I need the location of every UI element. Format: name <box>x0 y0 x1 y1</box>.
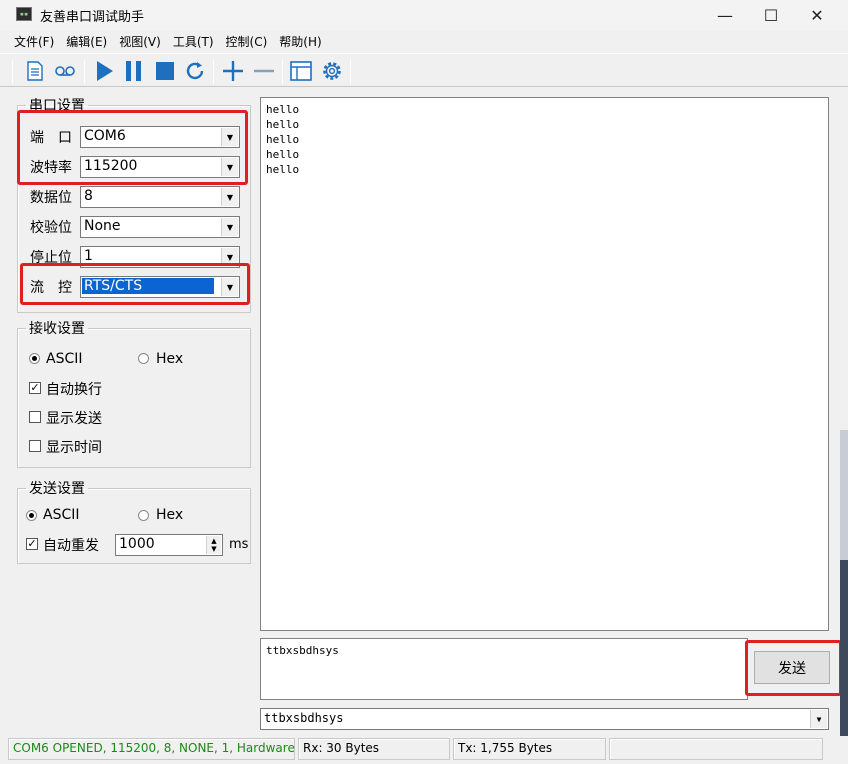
stop-icon[interactable] <box>152 58 178 84</box>
show-send-checkbox[interactable] <box>29 411 41 423</box>
auto-resend-label: 自动重发 <box>43 538 99 554</box>
menu-edit[interactable]: 编辑(E) <box>60 30 113 52</box>
toolbar-separator <box>213 60 214 84</box>
refresh-icon[interactable] <box>182 58 208 84</box>
status-bar: COM6 OPENED, 115200, 8, NONE, 1, Hardwar… <box>0 736 848 764</box>
parity-value: None <box>84 218 121 234</box>
menu-file[interactable]: 文件(F) <box>8 30 60 52</box>
status-rx-count: Rx: 30 Bytes <box>298 738 450 760</box>
parity-label: 校验位 <box>30 220 72 236</box>
app-icon: ▪▪ <box>16 7 32 21</box>
toolbar-separator <box>12 60 13 84</box>
stopbits-value: 1 <box>84 248 93 264</box>
chevron-down-icon[interactable]: ▼ <box>810 710 827 728</box>
receive-text-area[interactable]: hello hello hello hello hello <box>260 97 829 631</box>
send-history-select[interactable]: ttbxsbdhsys ▼ <box>260 708 829 730</box>
send-hex-label: Hex <box>156 507 184 523</box>
toolbar-separator <box>84 60 85 84</box>
background-desktop-image <box>840 560 848 736</box>
toolbar-separator <box>350 60 351 84</box>
menu-help[interactable]: 帮助(H) <box>273 30 327 52</box>
status-tx-count: Tx: 1,755 Bytes <box>453 738 606 760</box>
receive-hex-label: Hex <box>156 351 184 367</box>
receive-ascii-radio[interactable] <box>29 353 40 364</box>
send-ascii-label: ASCII <box>43 507 80 523</box>
send-ascii-radio[interactable] <box>26 510 37 521</box>
loop-icon[interactable] <box>52 58 78 84</box>
new-document-icon[interactable] <box>22 58 48 84</box>
status-empty-cell <box>609 738 823 760</box>
send-hex-radio[interactable] <box>138 510 149 521</box>
spin-arrows-icon[interactable]: ▲ ▼ <box>206 536 221 554</box>
chevron-down-icon[interactable]: ▼ <box>221 188 238 206</box>
databits-label: 数据位 <box>30 190 72 206</box>
menu-bar: 文件(F) 编辑(E) 视图(V) 工具(T) 控制(C) 帮助(H) <box>0 30 848 52</box>
interval-unit: ms <box>229 537 249 552</box>
maximize-button[interactable]: ☐ <box>748 0 794 30</box>
auto-newline-checkbox[interactable]: ✓ <box>29 382 41 394</box>
auto-resend-checkbox[interactable]: ✓ <box>26 538 38 550</box>
receive-hex-radio[interactable] <box>138 353 149 364</box>
receive-settings-title: 接收设置 <box>29 321 85 337</box>
show-time-checkbox[interactable] <box>29 440 41 452</box>
settings-icon[interactable] <box>319 58 345 84</box>
toolbar <box>0 53 848 87</box>
history-value: ttbxsbdhsys <box>264 711 344 725</box>
show-time-label: 显示时间 <box>46 440 102 456</box>
minimize-button[interactable]: — <box>702 0 748 30</box>
menu-control[interactable]: 控制(C) <box>220 30 274 52</box>
minus-icon[interactable] <box>251 58 277 84</box>
receive-ascii-label: ASCII <box>46 351 83 367</box>
highlight-box-send-button <box>745 640 842 696</box>
plus-icon[interactable] <box>220 58 246 84</box>
show-send-label: 显示发送 <box>46 411 102 427</box>
parity-select[interactable]: None ▼ <box>80 216 240 238</box>
interval-value: 1000 <box>119 536 155 552</box>
chevron-down-icon[interactable]: ▼ <box>221 218 238 236</box>
toolbar-separator <box>282 60 283 84</box>
auto-newline-label: 自动换行 <box>46 382 102 398</box>
highlight-box-port-baud <box>17 110 248 185</box>
close-button[interactable]: ✕ <box>794 0 840 30</box>
play-icon[interactable] <box>91 58 117 84</box>
databits-select[interactable]: 8 ▼ <box>80 186 240 208</box>
status-connection: COM6 OPENED, 115200, 8, NONE, 1, Hardwar… <box>8 738 295 760</box>
pause-icon[interactable] <box>121 58 147 84</box>
window-icon[interactable] <box>288 58 314 84</box>
menu-view[interactable]: 视图(V) <box>113 30 167 52</box>
resend-interval-spinbox[interactable]: 1000 ▲ ▼ <box>115 534 223 556</box>
send-text-area[interactable]: ttbxsbdhsys <box>260 638 748 700</box>
menu-tools[interactable]: 工具(T) <box>167 30 220 52</box>
title-bar: ▪▪ 友善串口调试助手 — ☐ ✕ <box>0 0 848 30</box>
send-settings-title: 发送设置 <box>29 481 85 497</box>
highlight-box-flow-control <box>20 263 250 305</box>
databits-value: 8 <box>84 188 93 204</box>
window-title: 友善串口调试助手 <box>40 10 145 25</box>
